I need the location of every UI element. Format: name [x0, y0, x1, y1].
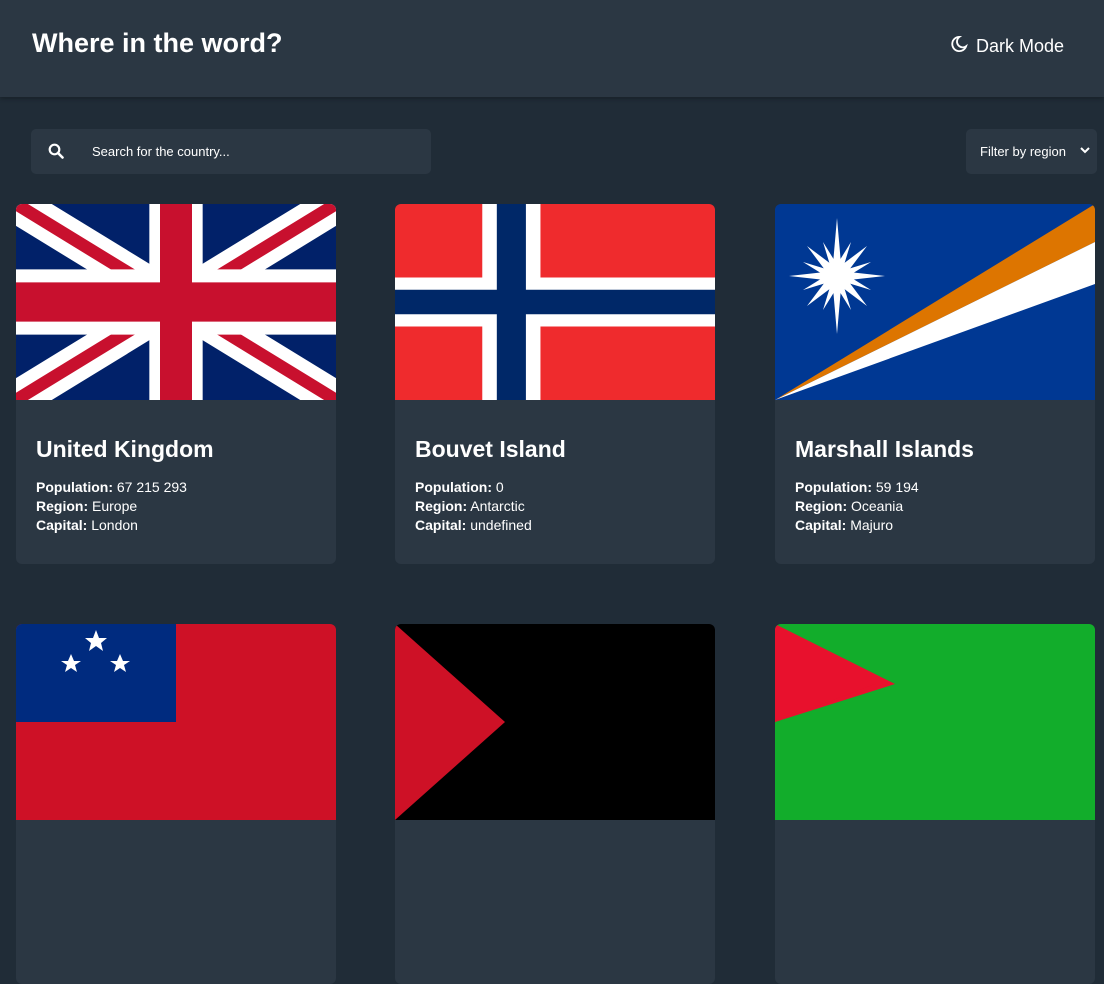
search-input[interactable] — [90, 143, 414, 160]
country-info: Population: 59 194 Region: Oceania Capit… — [795, 478, 919, 535]
flag-image — [395, 624, 715, 820]
flag-image — [775, 204, 1095, 400]
country-name: Bouvet Island — [415, 436, 566, 462]
country-card[interactable]: United Kingdom Population: 67 215 293 Re… — [16, 204, 336, 564]
region-value: Oceania — [851, 498, 904, 514]
country-card[interactable] — [395, 624, 715, 984]
region-label: Region: — [415, 498, 468, 514]
flag-image — [395, 204, 715, 400]
capital-label: Capital: — [415, 517, 467, 533]
country-name: United Kingdom — [36, 436, 214, 462]
country-card[interactable]: Bouvet Island Population: 0 Region: Anta… — [395, 204, 715, 564]
country-card[interactable]: Marshall Islands Population: 59 194 Regi… — [775, 204, 1095, 564]
moon-icon — [950, 35, 968, 58]
chevron-down-icon — [1079, 144, 1091, 159]
flag-image — [16, 624, 336, 820]
region-label: Region: — [795, 498, 848, 514]
country-card[interactable] — [775, 624, 1095, 984]
flag-image — [16, 204, 336, 400]
country-info: Population: 67 215 293 Region: Europe Ca… — [36, 478, 187, 535]
page-title: Where in the word? — [32, 28, 283, 58]
capital-label: Capital: — [795, 517, 847, 533]
search-bar[interactable] — [31, 129, 431, 174]
population-value: 0 — [495, 479, 504, 495]
filter-label: Filter by region — [980, 144, 1066, 159]
population-value: 59 194 — [875, 479, 919, 495]
country-card[interactable] — [16, 624, 336, 984]
country-name: Marshall Islands — [795, 436, 974, 462]
country-info: Population: 0 Region: Antarctic Capital:… — [415, 478, 532, 535]
capital-value: Majuro — [850, 517, 894, 533]
dark-mode-toggle[interactable]: Dark Mode — [950, 34, 1064, 58]
capital-label: Capital: — [36, 517, 88, 533]
capital-value: undefined — [470, 517, 532, 533]
search-icon — [48, 143, 66, 161]
population-value: 67 215 293 — [116, 479, 187, 495]
region-value: Europe — [92, 498, 138, 514]
capital-value: London — [91, 517, 138, 533]
population-label: Population: — [795, 479, 872, 495]
region-label: Region: — [36, 498, 89, 514]
region-value: Antarctic — [470, 498, 525, 514]
region-filter-select[interactable]: Filter by region — [966, 129, 1097, 174]
dark-mode-label: Dark Mode — [976, 35, 1065, 56]
population-label: Population: — [415, 479, 492, 495]
header: Where in the word? Dark Mode — [0, 0, 1104, 97]
population-label: Population: — [36, 479, 113, 495]
flag-image — [775, 624, 1095, 820]
